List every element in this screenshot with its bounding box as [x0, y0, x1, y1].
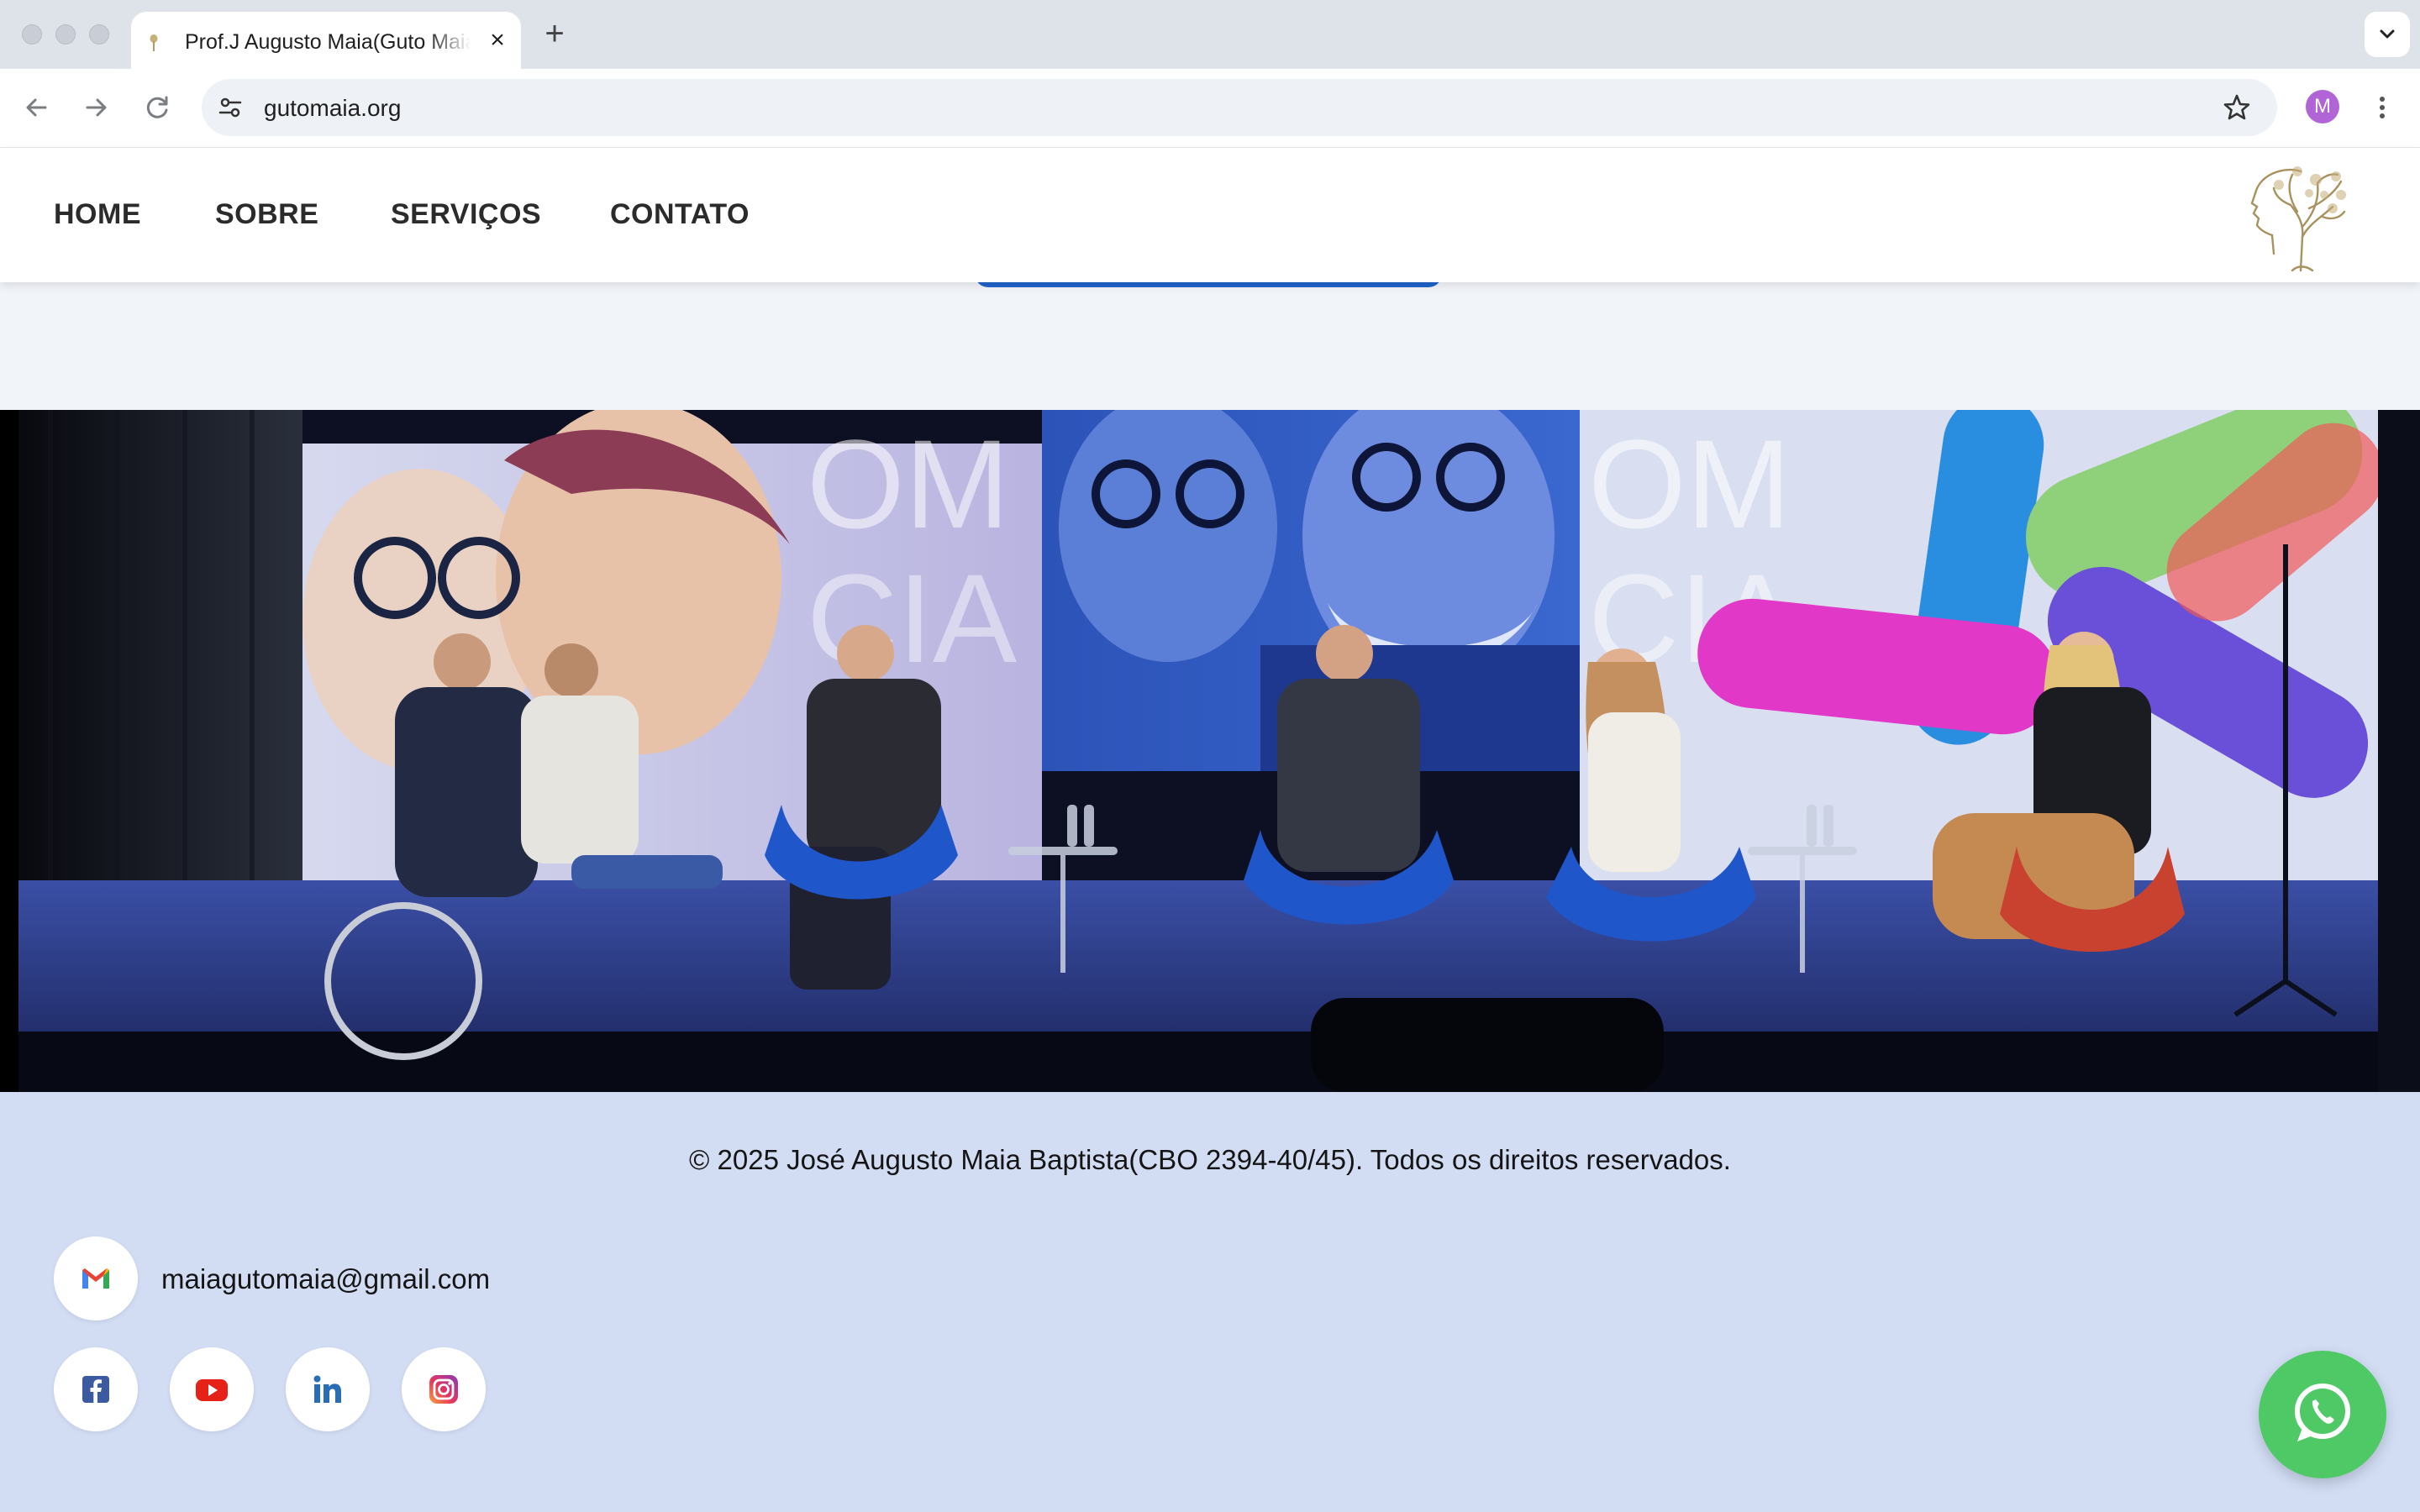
- instagram-button[interactable]: [402, 1347, 486, 1431]
- tree-head-logo[interactable]: [2238, 160, 2348, 272]
- window-minimize-control[interactable]: [55, 24, 76, 45]
- youtube-button[interactable]: [170, 1347, 254, 1431]
- reload-button[interactable]: [139, 89, 176, 126]
- svg-text:OM: OM: [1588, 413, 1791, 554]
- tab-search-button[interactable]: [2365, 12, 2410, 57]
- facebook-button[interactable]: [54, 1347, 138, 1431]
- nav-sobre[interactable]: SOBRE: [215, 198, 318, 231]
- chevron-down-icon: [2380, 29, 2395, 39]
- site-footer: © 2025 José Augusto Maia Baptista(CBO 23…: [0, 1092, 2420, 1512]
- bookmark-star-icon[interactable]: [2222, 92, 2252, 123]
- whatsapp-icon: [2295, 1383, 2350, 1441]
- whatsapp-floating-button[interactable]: [2259, 1351, 2386, 1478]
- back-button[interactable]: [18, 89, 55, 126]
- window-zoom-control[interactable]: [89, 24, 109, 45]
- nav-contato[interactable]: CONTATO: [610, 198, 750, 231]
- active-tab[interactable]: Prof.J Augusto Maia(Guto Maia) ×: [131, 12, 521, 69]
- gmail-icon: [82, 1268, 109, 1289]
- svg-text:CIA: CIA: [807, 548, 1017, 689]
- email-button[interactable]: [54, 1236, 138, 1320]
- forward-button[interactable]: [77, 89, 114, 126]
- linkedin-button[interactable]: [286, 1347, 370, 1431]
- address-bar[interactable]: gutomaia.org: [202, 79, 2277, 136]
- site-settings-icon: [218, 97, 242, 118]
- browser-menu-button[interactable]: [2370, 89, 2395, 126]
- nav-servicos[interactable]: SERVIÇOS: [391, 198, 541, 231]
- facebook-icon: [82, 1376, 109, 1403]
- browser-toolbar: gutomaia.org: [0, 69, 2420, 148]
- stage-photo: OM CIA OM CIA: [0, 410, 2420, 1092]
- nav-home[interactable]: HOME: [54, 198, 141, 231]
- arrow-right-icon: [86, 98, 107, 117]
- profile-avatar[interactable]: M: [2306, 90, 2339, 123]
- email-address[interactable]: maiagutomaia@gmail.com: [161, 1263, 490, 1295]
- browser-tab-strip: Prof.J Augusto Maia(Guto Maia) × +: [0, 0, 2420, 69]
- url-text: gutomaia.org: [264, 95, 402, 121]
- youtube-icon: [196, 1379, 228, 1401]
- arrow-left-icon: [26, 98, 47, 117]
- svg-text:OM: OM: [807, 413, 1010, 554]
- tab-close-icon[interactable]: ×: [484, 27, 511, 54]
- instagram-icon: [429, 1375, 458, 1404]
- linkedin-icon: [313, 1375, 341, 1403]
- new-tab-button[interactable]: +: [538, 15, 571, 52]
- hero-photo-panel-discussion: OM CIA OM CIA: [0, 410, 2420, 1092]
- reload-icon: [146, 96, 168, 118]
- window-close-control[interactable]: [22, 24, 42, 45]
- copyright-text: © 2025 José Augusto Maia Baptista(CBO 23…: [689, 1144, 1731, 1175]
- site-header: HOME SOBRE SERVIÇOS CONTATO: [0, 148, 2420, 282]
- tree-favicon-icon: [150, 34, 158, 51]
- tab-title: Prof.J Augusto Maia(Guto Maia): [185, 30, 471, 54]
- kebab-menu-icon: [2380, 97, 2385, 118]
